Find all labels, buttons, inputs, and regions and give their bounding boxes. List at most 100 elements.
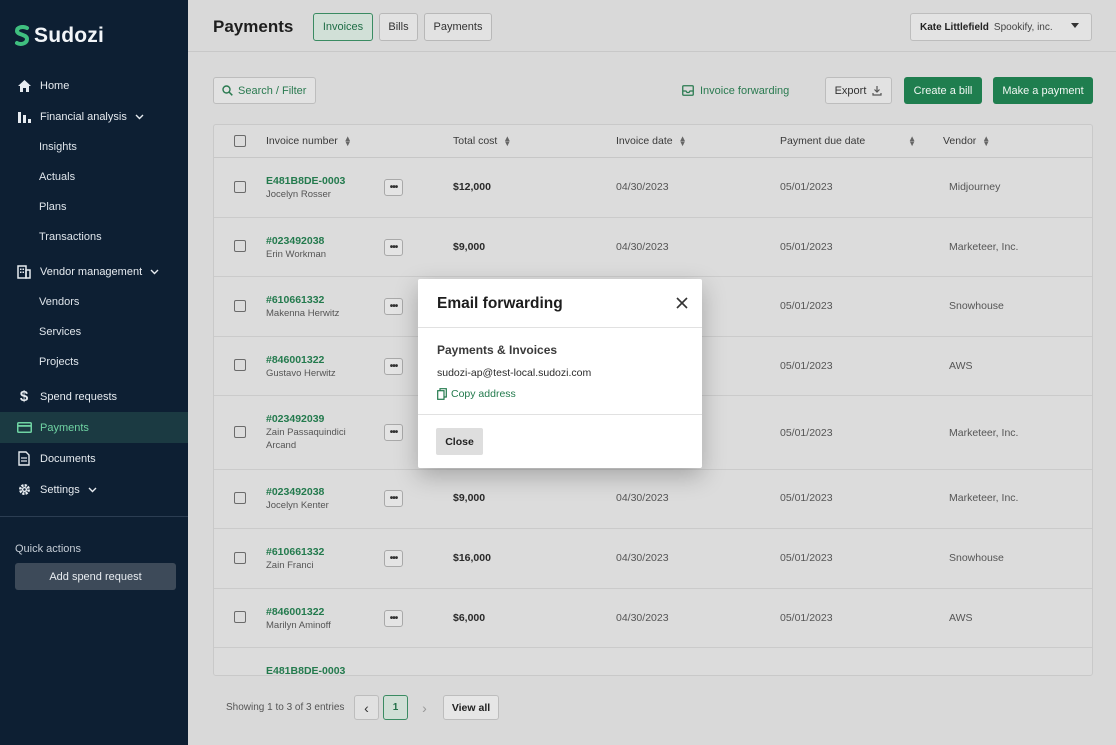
tab-invoices[interactable]: Invoices (313, 13, 373, 41)
invoice-forwarding-link[interactable]: Invoice forwarding (682, 77, 789, 104)
sidebar: Sudozi Home Financial analysis Insights … (0, 0, 188, 745)
home-icon (16, 78, 32, 94)
row-checkbox[interactable] (234, 552, 246, 564)
invoice-number-link[interactable]: #023492038 (266, 486, 324, 498)
row-more-button[interactable]: ••• (384, 610, 403, 627)
copy-address-label: Copy address (451, 388, 516, 400)
make-payment-button[interactable]: Make a payment (993, 77, 1093, 104)
sidebar-item-payments[interactable]: Payments (0, 412, 188, 443)
sidebar-divider (0, 516, 188, 517)
table-row[interactable]: #846001322 Marilyn Aminoff ••• $6,000 04… (214, 589, 1092, 648)
payment-due-date: 05/01/2023 (780, 552, 833, 564)
payment-due-date: 05/01/2023 (780, 241, 833, 253)
account-switcher[interactable]: Kate Littlefield Spookify, inc. (910, 13, 1092, 41)
copy-address-button[interactable]: Copy address (437, 388, 516, 400)
sidebar-item-settings[interactable]: Settings (0, 474, 188, 505)
create-bill-button[interactable]: Create a bill (904, 77, 982, 104)
modal-divider (418, 327, 702, 328)
sidebar-item-vendor-management[interactable]: Vendor management (0, 256, 188, 287)
column-invoice-date[interactable]: Invoice date ▲ ▼ (616, 135, 687, 148)
sidebar-item-label: Home (40, 79, 70, 92)
table-row[interactable]: #610661332 Zain Franci ••• $16,000 04/30… (214, 529, 1092, 589)
sidebar-item-label: Financial analysis (40, 110, 127, 123)
payment-due-date: 05/01/2023 (780, 612, 833, 624)
pagination-summary: Showing 1 to 3 of 3 entries (226, 702, 345, 713)
row-checkbox[interactable] (234, 611, 246, 623)
close-button[interactable]: Close (436, 428, 483, 455)
column-total-cost[interactable]: Total cost ▲ ▼ (453, 134, 512, 148)
page-1-button[interactable]: 1 (383, 695, 408, 720)
row-more-button[interactable]: ••• (384, 358, 403, 375)
invoice-number-link[interactable]: E481B8DE-0003 (266, 175, 345, 187)
caret-down-icon (1071, 23, 1079, 28)
table-row[interactable]: #023492038 Jocelyn Kenter ••• $9,000 04/… (214, 470, 1092, 529)
table-row[interactable]: #023492038 Erin Workman ••• $9,000 04/30… (214, 218, 1092, 277)
dollar-icon: $ (19, 388, 29, 405)
sort-icon: ▲ ▼ (982, 134, 991, 148)
modal-subtitle: Payments & Invoices (437, 343, 558, 357)
invoice-number-link[interactable]: #610661332 (266, 546, 324, 558)
vendor-name: AWS (949, 360, 973, 372)
sidebar-item-projects[interactable]: Projects (0, 347, 188, 377)
invoice-number-link[interactable]: E481B8DE-0003 (266, 665, 345, 675)
invoice-number-link[interactable]: #610661332 (266, 294, 324, 306)
tab-bills[interactable]: Bills (379, 13, 418, 41)
table-row[interactable]: E481B8DE-0003 Jocelyn Rosser ••• $12,000… (214, 158, 1092, 218)
row-more-button[interactable]: ••• (384, 298, 403, 315)
sidebar-item-plans[interactable]: Plans (0, 192, 188, 222)
top-bar: Payments Invoices Bills Payments Kate Li… (188, 0, 1116, 52)
select-all-checkbox[interactable] (234, 135, 246, 147)
table-row[interactable]: E481B8DE-0003 (214, 648, 1092, 675)
payment-due-date: 05/01/2023 (780, 181, 833, 193)
logo-text: Sudozi (34, 24, 105, 47)
quick-actions-label: Quick actions (15, 543, 82, 555)
sidebar-item-vendors[interactable]: Vendors (0, 287, 188, 317)
column-invoice-number[interactable]: Invoice number ▲ ▼ (266, 135, 352, 148)
sidebar-item-documents[interactable]: Documents (0, 443, 188, 474)
sidebar-item-spend-requests[interactable]: $ Spend requests (0, 381, 188, 412)
row-checkbox[interactable] (234, 300, 246, 312)
sudozi-logo-icon (14, 25, 30, 46)
sort-icon: ▲ ▼ (503, 134, 512, 148)
row-more-button[interactable]: ••• (384, 239, 403, 256)
sidebar-item-services[interactable]: Services (0, 317, 188, 347)
next-page-button[interactable]: › (412, 695, 437, 720)
column-vendor[interactable]: Vendor ▲ ▼ (943, 134, 991, 148)
row-checkbox[interactable] (234, 426, 246, 438)
invoice-date: 04/30/2023 (616, 552, 669, 564)
sidebar-item-transactions[interactable]: Transactions (0, 222, 188, 252)
close-icon[interactable] (675, 296, 689, 310)
sidebar-item-insights[interactable]: Insights (0, 132, 188, 162)
prev-page-button[interactable]: ‹ (354, 695, 379, 720)
column-payment-due-date[interactable]: Payment due date ▲ ▼ (780, 135, 916, 148)
sidebar-item-label: Documents (40, 452, 96, 465)
logo[interactable]: Sudozi (14, 24, 104, 48)
sidebar-item-label: Settings (40, 483, 80, 496)
export-button[interactable]: Export (825, 77, 892, 104)
row-more-button[interactable]: ••• (384, 490, 403, 507)
invoice-date: 04/30/2023 (616, 241, 669, 253)
tab-payments[interactable]: Payments (424, 13, 492, 41)
sidebar-item-home[interactable]: Home (0, 70, 188, 101)
sidebar-item-label: Vendor management (40, 265, 143, 278)
row-checkbox[interactable] (234, 359, 246, 371)
invoice-number-link[interactable]: #023492039 (266, 413, 324, 425)
row-checkbox[interactable] (234, 181, 246, 193)
view-all-button[interactable]: View all (443, 695, 499, 720)
row-checkbox[interactable] (234, 492, 246, 504)
payment-due-date: 05/01/2023 (780, 427, 833, 439)
row-more-button[interactable]: ••• (384, 550, 403, 567)
invoice-number-link[interactable]: #846001322 (266, 606, 324, 618)
row-more-button[interactable]: ••• (384, 179, 403, 196)
invoice-number-link[interactable]: #023492038 (266, 235, 324, 247)
sidebar-item-actuals[interactable]: Actuals (0, 162, 188, 192)
search-filter-button[interactable]: Search / Filter (213, 77, 316, 104)
invoice-date: 04/30/2023 (616, 181, 669, 193)
invoice-number-link[interactable]: #846001322 (266, 354, 324, 366)
add-spend-request-button[interactable]: Add spend request (15, 563, 176, 590)
row-checkbox[interactable] (234, 240, 246, 252)
row-more-button[interactable]: ••• (384, 424, 403, 441)
sidebar-item-financial-analysis[interactable]: Financial analysis (0, 101, 188, 132)
payment-due-date: 05/01/2023 (780, 300, 833, 312)
email-forwarding-modal: Email forwarding Payments & Invoices sud… (418, 279, 702, 468)
